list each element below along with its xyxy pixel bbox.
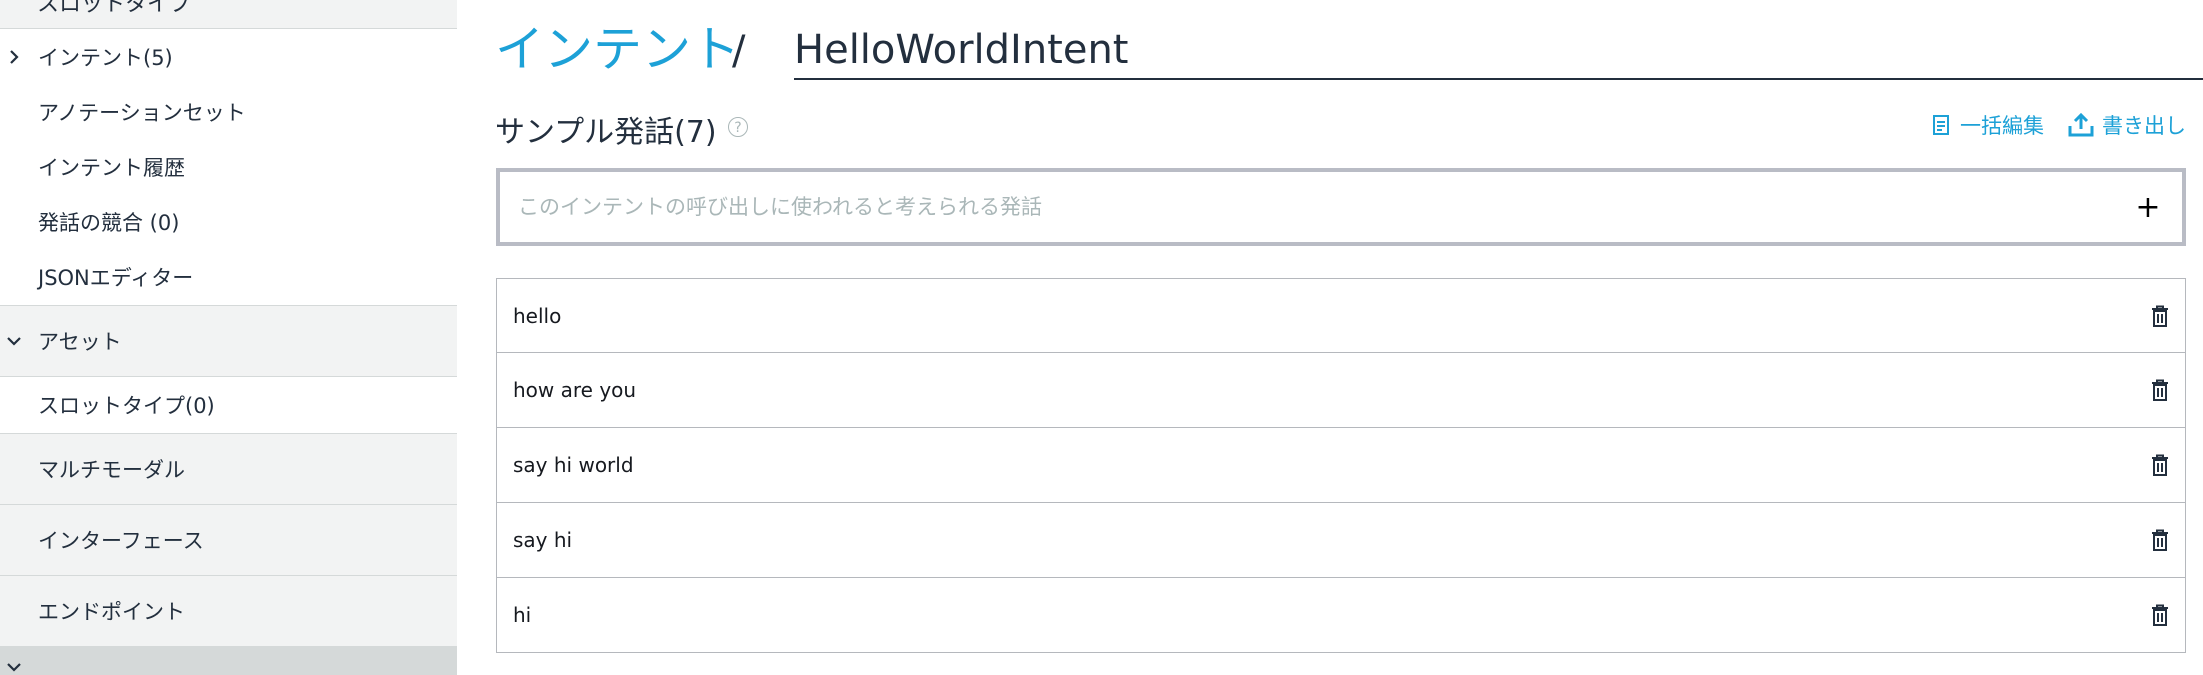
help-icon[interactable]: ?: [728, 117, 748, 137]
trash-icon[interactable]: [2151, 379, 2169, 401]
utterance-text: hi: [513, 603, 532, 627]
sidebar-item-label: インテント(5): [38, 45, 173, 70]
export-label: 書き出し: [2102, 114, 2186, 138]
sidebar-item-multimodal[interactable]: マルチモーダル: [0, 433, 457, 505]
trash-icon[interactable]: [2151, 604, 2169, 626]
sidebar-item-partial[interactable]: [0, 647, 457, 675]
sidebar-item-label: 発話の競合 (0): [38, 210, 180, 235]
trash-icon[interactable]: [2151, 305, 2169, 327]
main-content: インテント / HelloWorldIntent サンプル発話(7) ? 一括編…: [457, 0, 2203, 675]
chevron-down-icon: [6, 659, 22, 675]
utterance-input[interactable]: [516, 171, 2128, 243]
export-button[interactable]: 書き出し: [2068, 110, 2186, 140]
sidebar-item-endpoint[interactable]: エンドポイント: [0, 575, 457, 647]
sidebar: スロットタイプ インテント(5) アノテーションセット インテント履歴 発話の競…: [0, 0, 457, 675]
chevron-down-icon: [6, 333, 22, 349]
sidebar-item-annotation-sets[interactable]: アノテーションセット: [0, 84, 457, 139]
utterance-actions: 一括編集 書き出し: [1908, 110, 2186, 140]
utterance-input-box: +: [496, 168, 2186, 246]
sidebar-item-label: アノテーションセット: [38, 100, 246, 125]
sidebar-item-assets[interactable]: アセット: [0, 305, 457, 377]
sidebar-item-label: JSONエディター: [38, 266, 194, 290]
sidebar-item-label: スロットタイプ(0): [38, 394, 215, 418]
sidebar-item-label: アセット: [38, 330, 122, 354]
bulk-edit-label: 一括編集: [1960, 114, 2044, 138]
sidebar-item-label: インテント履歴: [38, 155, 185, 180]
sample-utterances-title: サンプル発話(7): [495, 115, 717, 150]
sidebar-item-intents[interactable]: インテント(5): [0, 29, 457, 84]
chevron-right-icon: [6, 49, 22, 65]
intent-name-field[interactable]: HelloWorldIntent: [794, 20, 2203, 80]
sidebar-item-intent-history[interactable]: インテント履歴: [0, 139, 457, 194]
list-item[interactable]: hello: [496, 278, 2186, 353]
utterance-text: say hi world: [513, 453, 634, 477]
sidebar-item-label: インターフェース: [38, 529, 204, 553]
sidebar-item-label: エンドポイント: [38, 600, 185, 624]
sidebar-item-utterance-conflicts[interactable]: 発話の競合 (0): [0, 194, 457, 249]
add-utterance-button[interactable]: +: [2128, 190, 2168, 225]
trash-icon[interactable]: [2151, 454, 2169, 476]
bulk-edit-button[interactable]: 一括編集: [1932, 110, 2044, 140]
utterance-text: how are you: [513, 378, 637, 402]
utterance-list: hello how are you say hi world say hi hi: [496, 278, 2186, 653]
sidebar-item-slot-types[interactable]: スロットタイプ(0): [0, 377, 457, 433]
utterance-text: hello: [513, 303, 562, 328]
export-icon: [2068, 113, 2094, 137]
list-item[interactable]: say hi world: [496, 428, 2186, 503]
bulk-edit-icon: [1933, 115, 1949, 135]
trash-icon[interactable]: [2151, 529, 2169, 551]
list-item[interactable]: how are you: [496, 353, 2186, 428]
breadcrumb-intents-link[interactable]: インテント: [495, 20, 740, 80]
utterance-text: say hi: [513, 528, 573, 552]
breadcrumb-separator: /: [732, 28, 746, 74]
sidebar-cut-item[interactable]: スロットタイプ: [0, 0, 457, 29]
page-title-row: インテント / HelloWorldIntent: [495, 20, 2203, 82]
list-item[interactable]: hi: [496, 578, 2186, 653]
sidebar-item-json-editor[interactable]: JSONエディター: [0, 249, 457, 305]
list-item[interactable]: say hi: [496, 503, 2186, 578]
sidebar-item-label: マルチモーダル: [38, 458, 185, 482]
sidebar-cut-label: スロットタイプ: [37, 0, 192, 17]
sidebar-item-interfaces[interactable]: インターフェース: [0, 504, 457, 576]
